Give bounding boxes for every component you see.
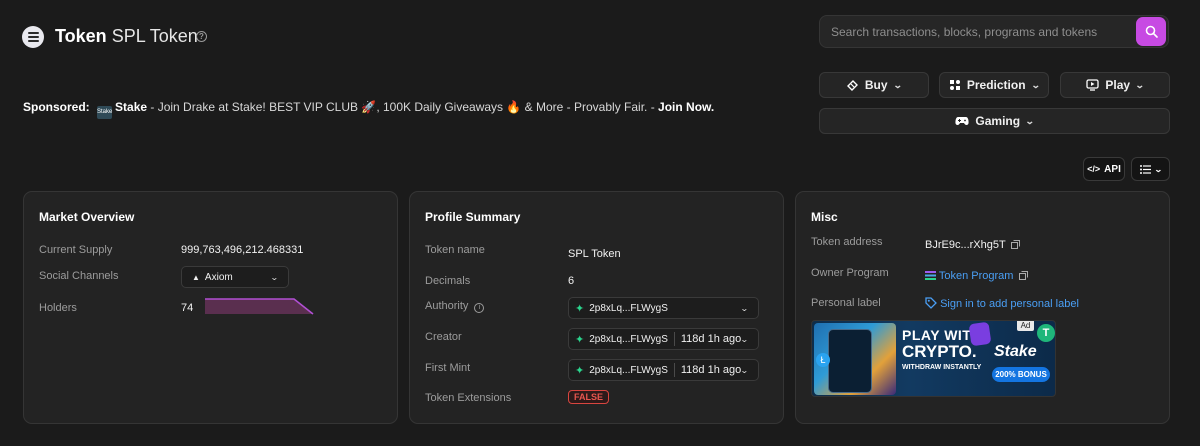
gaming-dropdown[interactable]: Gaming ⌄ [819,108,1170,134]
chevron-down-icon: ⌄ [1024,115,1035,126]
api-button[interactable]: </> API [1083,157,1125,181]
search-input[interactable] [831,16,1131,47]
list-menu-button[interactable]: ⌄ [1131,157,1170,181]
code-icon: </> [1087,164,1101,174]
chevron-down-icon: ⌄ [270,272,280,282]
ad-tag: Ad [1017,321,1034,331]
tether-icon: T [1037,324,1055,342]
tag-icon [925,297,937,309]
social-channels-select[interactable]: ▲ Axiom ⌄ [181,266,289,288]
holders-value: 74 [181,302,194,314]
token-name-label: Token name [425,244,485,256]
card-title: Market Overview [39,210,135,224]
buy-dropdown[interactable]: Buy ⌄ [819,72,929,98]
decimals-label: Decimals [425,275,471,287]
play-screen-icon [1086,79,1100,91]
card-title: Profile Summary [425,210,521,224]
first-mint-select[interactable]: ✦ 2p8xLq...FLWygS 118d 1h ago ⌄ [568,359,759,381]
chevron-down-icon: ⌄ [740,365,750,375]
personal-label-label: Personal label [811,297,881,309]
owner-program-link[interactable]: Token Program [925,270,1028,282]
sign-in-link[interactable]: Sign in to add personal label [925,297,1079,310]
search-icon [1145,25,1158,38]
authority-label: Authority i [425,300,485,313]
token-address-value[interactable]: BJrE9c...rXhg5T [925,239,1020,251]
chevron-down-icon: ⌄ [1134,79,1145,90]
solana-star-icon: ✦ [575,364,585,377]
token-extensions-label: Token Extensions [425,392,512,404]
list-icon [1139,164,1151,174]
join-now-link[interactable]: Join Now. [658,100,714,114]
search-bar[interactable] [819,15,1169,48]
dice-icon [949,80,960,90]
current-supply-value: 999,763,496,212.468331 [181,244,304,256]
search-button[interactable] [1136,17,1166,46]
page-title: Token SPL Token [55,26,198,46]
gamepad-icon [955,117,969,125]
play-dropdown[interactable]: Play ⌄ [1060,72,1170,98]
decimals-value: 6 [568,275,575,287]
solana-logo-icon [22,26,44,48]
help-icon[interactable]: ? [196,31,207,42]
stake-ad-banner[interactable]: Ł PLAY WITH CRYPTO. WITHDRAW INSTANTLY S… [811,320,1056,397]
creator-label: Creator [425,331,462,343]
axiom-icon: ▲ [192,272,200,282]
first-mint-label: First Mint [425,362,471,374]
coin-icon [968,321,992,347]
chevron-down-icon: ⌄ [740,334,750,344]
token-name-value: SPL Token [568,248,621,260]
solana-star-icon: ✦ [575,333,585,346]
token-address-label: Token address [811,236,883,248]
status-badge: FALSE [568,390,610,404]
token-program-icon [925,271,936,280]
rocket-icon: 🚀 [361,100,377,114]
current-supply-label: Current Supply [39,244,113,256]
solana-star-icon: ✦ [575,302,585,315]
holders-label: Holders [39,302,77,314]
chevron-down-icon: ⌄ [1030,79,1041,90]
creator-select[interactable]: ✦ 2p8xLq...FLWygS 118d 1h ago ⌄ [568,328,759,350]
chevron-down-icon: ⌄ [1153,164,1163,174]
fire-icon: 🔥 [506,100,522,114]
copy-icon[interactable] [1010,240,1020,249]
info-icon[interactable]: i [474,303,485,313]
card-title: Misc [811,210,838,224]
authority-select[interactable]: ✦ 2p8xLq...FLWygS ⌄ [568,297,759,319]
ad-phone-image: Ł [814,323,896,395]
social-channels-label: Social Channels [39,270,119,282]
ticket-icon [846,80,858,91]
prediction-dropdown[interactable]: Prediction ⌄ [939,72,1049,98]
copy-icon[interactable] [1018,271,1028,280]
chevron-down-icon: ⌄ [892,79,903,90]
stake-logo-icon: Stake [97,106,112,119]
chevron-down-icon: ⌄ [740,303,750,313]
sponsored-banner[interactable]: Sponsored: Stake Stake - Join Drake at St… [23,100,714,119]
holders-sparkline [205,298,314,315]
owner-program-label: Owner Program [811,267,889,279]
